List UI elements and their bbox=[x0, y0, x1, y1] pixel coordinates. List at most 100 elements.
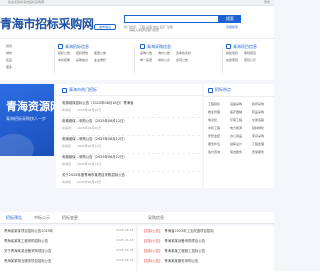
nav-link[interactable]: 合同公告 bbox=[176, 58, 188, 62]
banner-subtitle: 青海招标采购快人一步 bbox=[6, 116, 46, 121]
list-title[interactable]: 青海某某工程施工招标公告 bbox=[164, 249, 205, 253]
divider bbox=[204, 96, 274, 97]
category-link[interactable]: 物业管理 bbox=[208, 108, 230, 116]
nav-link[interactable]: 采购信息 bbox=[76, 58, 88, 62]
list-tag: 【招标公告】 bbox=[142, 249, 163, 253]
list-item[interactable]: 青海省某某项目招标公告2025年 2025-06-18 bbox=[4, 228, 134, 237]
news-title[interactable]: 关于2025年度青海市某项目采购招标公告 bbox=[62, 173, 125, 177]
promo-banner[interactable]: 青海资源网 青海招标采购快人一步 bbox=[0, 84, 54, 156]
nav-link[interactable]: 单一来源 bbox=[140, 58, 152, 62]
news-title[interactable]: 电梯维保招标公告（2025年06月18日）青海省 bbox=[62, 101, 134, 105]
category-link[interactable]: 药品采购 bbox=[252, 108, 274, 116]
category-link[interactable]: 造价咨询 bbox=[208, 148, 230, 156]
tab-preview[interactable]: 招标预告 bbox=[6, 215, 22, 221]
category-link[interactable]: 环保工程 bbox=[230, 116, 252, 124]
news-date: 2025年06月18日 bbox=[77, 108, 102, 112]
hot-keywords[interactable]: 热门搜索：工程 设备 物业 医疗 监理 bbox=[124, 25, 173, 29]
hot-categories-panel: 招标热点 工程招标 设备采购 政府采购 物业管理 医疗器械 药品采购 信息化 环保工程 交通运输… bbox=[204, 84, 274, 188]
tab-purchase[interactable]: 采购信息 bbox=[148, 215, 164, 221]
nav-link[interactable]: 招标预告 bbox=[76, 51, 88, 55]
list-title[interactable]: 关于青海某某设备采购项目公告 bbox=[4, 249, 51, 253]
advanced-search-link[interactable]: 高级搜索 bbox=[226, 25, 238, 29]
list-title[interactable]: 青海省某某工程采购招标公告 bbox=[4, 239, 48, 243]
list-title[interactable]: 青海某某服务采购公告 bbox=[164, 259, 198, 263]
region-item[interactable]: 城市 bbox=[6, 50, 56, 57]
news-title[interactable]: 电梯维保…采购公告（2025年06月12日） bbox=[62, 137, 127, 141]
category-link[interactable]: 保洁服务 bbox=[230, 148, 252, 156]
nav-link[interactable]: 采购公告 bbox=[140, 51, 152, 55]
tab-winners[interactable]: 中标公示 bbox=[34, 215, 50, 221]
list-title[interactable]: 青海某某设备采购项目公告 bbox=[164, 239, 205, 243]
nav-link[interactable]: 项目公示 bbox=[244, 58, 256, 62]
nav-link[interactable]: 竞争性谈判 bbox=[176, 51, 191, 55]
news-item[interactable]: 电梯维保…采购公告（2025年06月12日） 青海省 2025年06月12日 bbox=[62, 134, 200, 154]
category-link[interactable]: 医疗器械 bbox=[230, 108, 252, 116]
region-item[interactable]: 区县 bbox=[6, 57, 56, 64]
category-link[interactable]: 电力能源 bbox=[230, 124, 252, 132]
category-link[interactable]: 园林绿化 bbox=[252, 124, 274, 132]
list-item[interactable]: 关于青海某某设备采购项目公告 2025-06-18 bbox=[4, 248, 134, 257]
listing-left: 青海省某某项目招标公告2025年 2025-06-18 青海省某某工程采购招标公告… bbox=[0, 226, 136, 271]
category-link[interactable]: 服务外包 bbox=[208, 140, 230, 148]
region-nav: 省份 城市 区县 更多 bbox=[6, 43, 56, 71]
list-item[interactable]: 【招标公告】 青海省2025年工业改造项目招标 bbox=[142, 228, 272, 237]
nav-link[interactable]: 在建项目 bbox=[226, 58, 238, 62]
tab-changes[interactable]: 招标变更 bbox=[62, 215, 78, 221]
nav-link[interactable]: 询价公告 bbox=[158, 51, 170, 55]
news-date: 2025年06月15日 bbox=[77, 180, 102, 184]
list-item[interactable]: 【招标公告】 青海某某设备采购项目公告 bbox=[142, 238, 272, 247]
search-button[interactable]: 搜索 bbox=[219, 15, 241, 23]
nav-link[interactable]: 业主委托 bbox=[94, 58, 106, 62]
category-link[interactable]: 工程招标 bbox=[208, 100, 230, 108]
news-item[interactable]: 电梯维保招标公告（2025年06月18日）青海省 青海省 2025年06月18日 bbox=[62, 98, 200, 118]
category-link[interactable]: 设备采购 bbox=[230, 100, 252, 108]
category-link[interactable]: 水利工程 bbox=[208, 124, 230, 132]
nav-link[interactable]: 中标结果 bbox=[58, 58, 70, 62]
category-link[interactable]: 家具采购 bbox=[252, 132, 274, 140]
list-item[interactable]: 【招标公告】 青海某某服务采购公告 bbox=[142, 258, 272, 267]
list-title[interactable]: 青海某某物业服务项目招标公告 bbox=[4, 259, 51, 263]
list-date: 2025-06-18 bbox=[116, 228, 134, 232]
publish-button[interactable]: 发布信息 bbox=[94, 24, 116, 30]
category-link[interactable]: 信息化 bbox=[208, 116, 230, 124]
news-item[interactable]: 关于2025年度青海市某项目采购招标公告 青海省 2025年06月15日 bbox=[62, 170, 200, 190]
category-link[interactable]: 办公用品 bbox=[230, 132, 252, 140]
nav-group-title[interactable]: 青海采购信息 bbox=[147, 43, 171, 50]
category-nav: 省份 城市 区县 更多 青海招标信息 招标公告 招标预告 变更公告 中标结果 采购信息… bbox=[0, 38, 274, 80]
news-location: 青海省 bbox=[62, 162, 72, 166]
banner-decoration bbox=[0, 134, 34, 156]
category-link[interactable]: 政府采购 bbox=[252, 100, 274, 108]
list-item[interactable]: 青海某某物业服务项目招标公告 2025-06-18 bbox=[4, 258, 134, 267]
news-title[interactable]: 电梯维保…采购公告（2025年06月12日） bbox=[62, 119, 127, 123]
search-box bbox=[124, 15, 219, 33]
nav-link[interactable]: 拟建项目 bbox=[226, 51, 238, 55]
nav-link[interactable]: 招标公告 bbox=[58, 51, 70, 55]
nav-group-title[interactable]: 青海招标信息 bbox=[65, 43, 89, 50]
list-item[interactable]: 【招标公告】 青海某某工程施工招标公告 bbox=[142, 248, 272, 257]
category-link[interactable]: 安保服务 bbox=[252, 148, 274, 156]
news-item[interactable]: 电梯维保…采购公告（2025年06月12日） 青海省 2025年06月12日 bbox=[62, 152, 200, 172]
nav-link[interactable]: 变更公告 bbox=[94, 51, 106, 55]
list-title[interactable]: 青海省2025年工业改造项目招标 bbox=[164, 229, 213, 233]
list-icon bbox=[62, 87, 67, 93]
nav-group-project: 青海项目信息 拟建项目 审批项目 在建项目 项目公示 bbox=[226, 43, 274, 77]
hot-bidding-panel: 青海市热门招标 电梯维保招标公告（2025年06月18日）青海省 青海省 2025… bbox=[56, 84, 202, 188]
doc-icon bbox=[140, 44, 145, 49]
list-date: 2025-06-18 bbox=[116, 248, 134, 252]
list-item[interactable]: 青海省某某工程采购招标公告 2025-06-18 bbox=[4, 238, 134, 247]
news-title[interactable]: 电梯维保…采购公告（2025年06月12日） bbox=[62, 155, 127, 159]
news-item[interactable]: 电梯维保…采购公告（2025年06月12日） 青海省 2025年06月12日 bbox=[62, 116, 200, 136]
site-logo[interactable]: 青海市招标采购网 bbox=[0, 15, 94, 32]
nav-link[interactable]: 审批项目 bbox=[244, 51, 256, 55]
list-title[interactable]: 青海省某某项目招标公告2025年 bbox=[4, 229, 53, 233]
category-link[interactable]: 工程监理 bbox=[252, 140, 274, 148]
nav-group-title[interactable]: 青海项目信息 bbox=[233, 43, 257, 50]
list-tag: 【招标公告】 bbox=[142, 229, 163, 233]
category-link[interactable]: 安防监控 bbox=[208, 132, 230, 140]
nav-link[interactable]: 中标公示 bbox=[158, 58, 170, 62]
region-item[interactable]: 省份 bbox=[6, 43, 56, 50]
category-link[interactable]: 交通运输 bbox=[252, 116, 274, 124]
login-link[interactable]: 登录 bbox=[264, 0, 270, 4]
region-item[interactable]: 更多 bbox=[6, 64, 56, 71]
category-link[interactable]: 勘察设计 bbox=[230, 140, 252, 148]
